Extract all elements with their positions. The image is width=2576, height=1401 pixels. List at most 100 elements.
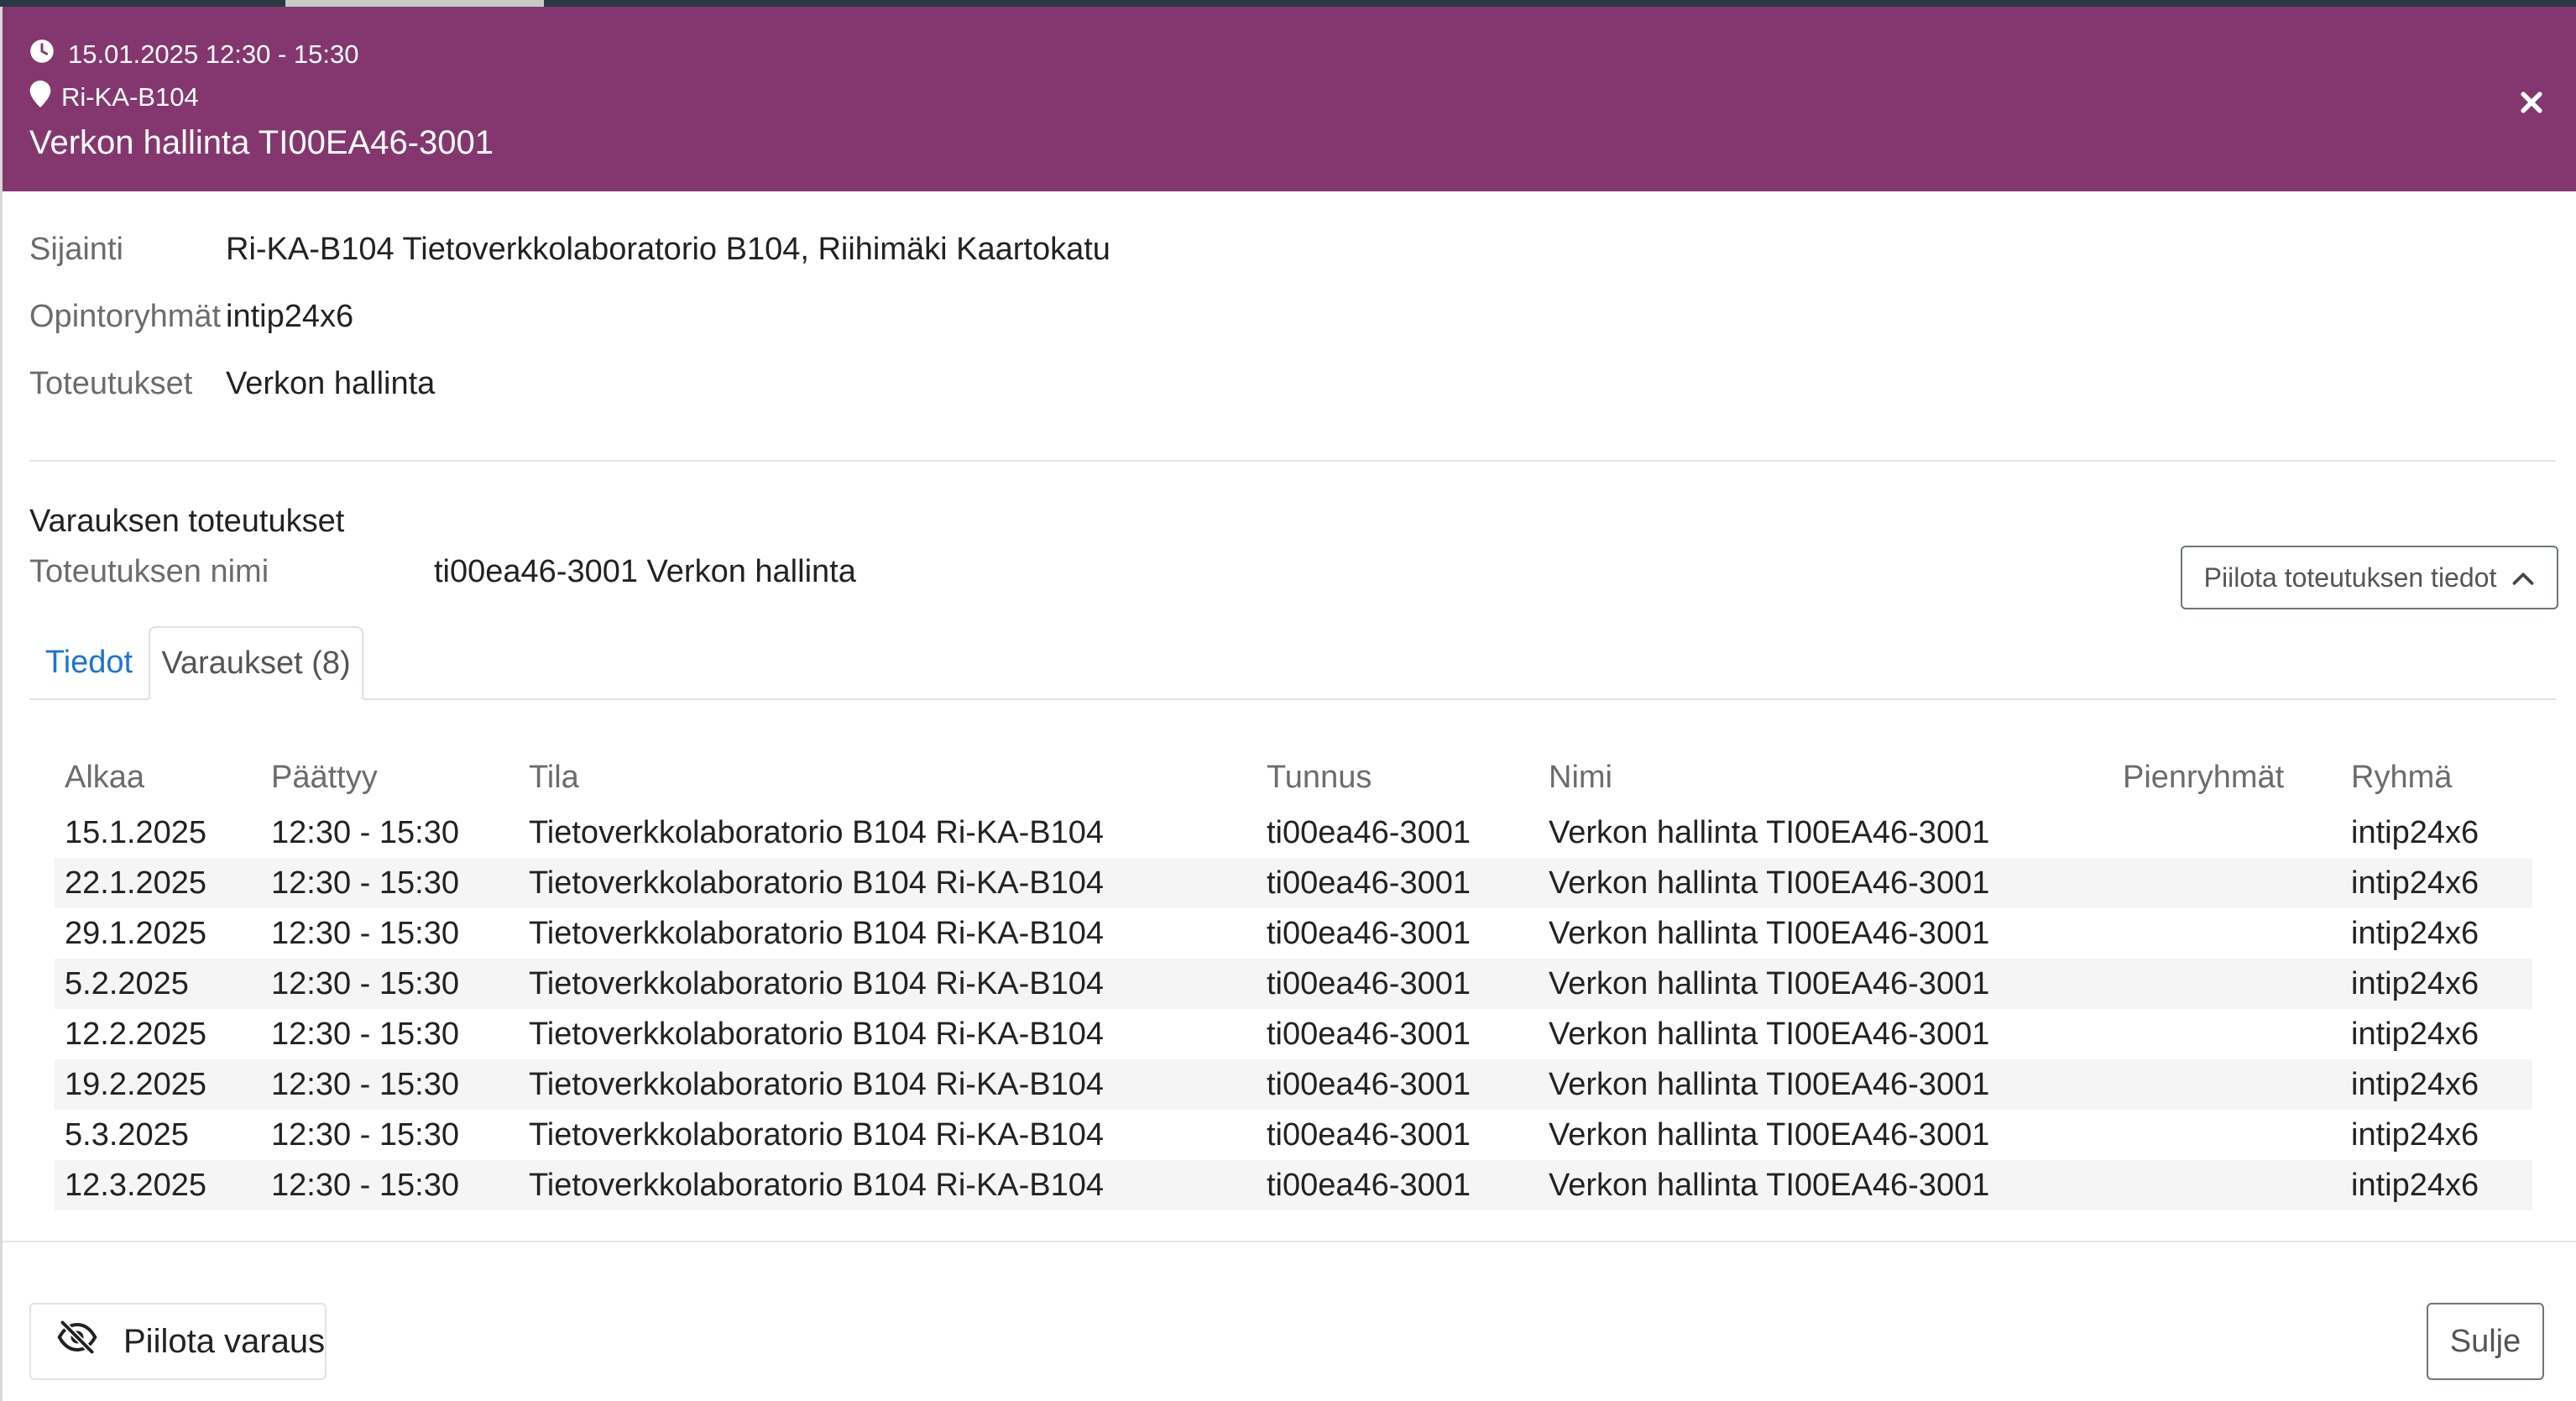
implementation-name-row: Toteutuksen nimi ti00ea46-3001 Verkon hal… xyxy=(29,554,856,590)
cell-name: Verkon hallinta TI00EA46-3001 xyxy=(1549,865,1990,901)
cell-time: 12:30 - 15:30 xyxy=(271,916,459,951)
map-pin-icon xyxy=(29,81,65,114)
table-row[interactable]: 5.2.2025 12:30 - 15:30 Tietoverkkolabora… xyxy=(55,959,2532,1009)
table-header: Alkaa Päättyy Tila Tunnus Nimi Pienryhmä… xyxy=(55,747,2532,808)
cell-group: intip24x6 xyxy=(2351,1017,2479,1052)
implementation-name-label: Toteutuksen nimi xyxy=(29,554,269,589)
cell-start: 29.1.2025 xyxy=(65,916,207,951)
cell-name: Verkon hallinta TI00EA46-3001 xyxy=(1549,1067,1990,1102)
cell-start: 5.2.2025 xyxy=(65,966,189,1001)
cell-room: Tietoverkkolaboratorio B104 Ri-KA-B104 xyxy=(529,1117,1105,1153)
groups-row: Opintoryhmät intip24x6 xyxy=(29,299,353,335)
cell-group: intip24x6 xyxy=(2351,1067,2479,1102)
cell-code: ti00ea46-3001 xyxy=(1267,815,1471,850)
cell-room: Tietoverkkolaboratorio B104 Ri-KA-B104 xyxy=(529,1168,1105,1203)
location-label: Sijainti xyxy=(29,232,123,267)
close-icon xyxy=(2520,91,2543,118)
cell-start: 15.1.2025 xyxy=(65,815,207,850)
cell-name: Verkon hallinta TI00EA46-3001 xyxy=(1549,916,1990,951)
cell-time: 12:30 - 15:30 xyxy=(271,966,459,1001)
cell-start: 5.3.2025 xyxy=(65,1117,189,1153)
dialog-title: Verkon hallinta TI00EA46-3001 xyxy=(29,124,494,161)
cell-group: intip24x6 xyxy=(2351,916,2479,951)
hide-implementation-details-button[interactable]: Piilota toteutuksen tiedot xyxy=(2181,546,2558,609)
cell-code: ti00ea46-3001 xyxy=(1267,916,1471,951)
cell-code: ti00ea46-3001 xyxy=(1267,966,1471,1001)
implementations-value: Verkon hallinta xyxy=(226,366,436,401)
table-row[interactable]: 5.3.2025 12:30 - 15:30 Tietoverkkolabora… xyxy=(55,1110,2532,1160)
groups-value: intip24x6 xyxy=(226,299,354,334)
dialog-header: 15.01.2025 12:30 - 15:30 Ri-KA-B104 Verk… xyxy=(3,7,2576,191)
detail-tabs: Tiedot Varaukset (8) xyxy=(29,626,2556,700)
header-location-text: Ri-KA-B104 xyxy=(61,82,199,112)
cell-start: 12.3.2025 xyxy=(65,1168,207,1203)
footer-divider xyxy=(3,1241,2576,1242)
cell-code: ti00ea46-3001 xyxy=(1267,1017,1471,1052)
clock-icon xyxy=(29,39,68,71)
groups-label: Opintoryhmät xyxy=(29,299,222,334)
cell-name: Verkon hallinta TI00EA46-3001 xyxy=(1549,966,1990,1001)
column-header-tunnus: Tunnus xyxy=(1267,760,1372,795)
column-header-tila: Tila xyxy=(529,760,579,795)
hide-implementation-details-label: Piilota toteutuksen tiedot xyxy=(2203,562,2497,593)
cell-name: Verkon hallinta TI00EA46-3001 xyxy=(1549,815,1990,850)
cell-name: Verkon hallinta TI00EA46-3001 xyxy=(1549,1117,1990,1153)
cell-room: Tietoverkkolaboratorio B104 Ri-KA-B104 xyxy=(529,1017,1105,1052)
chevron-up-icon xyxy=(2496,562,2535,593)
cell-room: Tietoverkkolaboratorio B104 Ri-KA-B104 xyxy=(529,966,1105,1001)
column-header-ryhma: Ryhmä xyxy=(2351,760,2453,795)
cell-group: intip24x6 xyxy=(2351,966,2479,1001)
close-button[interactable] xyxy=(2515,87,2548,121)
implementations-label: Toteutukset xyxy=(29,366,193,401)
cell-room: Tietoverkkolaboratorio B104 Ri-KA-B104 xyxy=(529,865,1105,901)
header-datetime: 15.01.2025 12:30 - 15:30 xyxy=(29,39,358,71)
cell-code: ti00ea46-3001 xyxy=(1267,1117,1471,1153)
background-app-strip xyxy=(0,0,2576,7)
cell-time: 12:30 - 15:30 xyxy=(271,1067,459,1102)
reservations-table: Alkaa Päättyy Tila Tunnus Nimi Pienryhmä… xyxy=(55,747,2532,1210)
eye-slash-icon xyxy=(31,1319,123,1362)
cell-code: ti00ea46-3001 xyxy=(1267,1067,1471,1102)
cell-group: intip24x6 xyxy=(2351,815,2479,850)
reservation-implementations-title: Varauksen toteutukset xyxy=(29,504,345,539)
cell-time: 12:30 - 15:30 xyxy=(271,1017,459,1052)
column-header-nimi: Nimi xyxy=(1549,760,1612,795)
table-row[interactable]: 15.1.2025 12:30 - 15:30 Tietoverkkolabor… xyxy=(55,808,2532,858)
table-row[interactable]: 29.1.2025 12:30 - 15:30 Tietoverkkolabor… xyxy=(55,908,2532,959)
implementation-name-value: ti00ea46-3001 Verkon hallinta xyxy=(434,554,856,589)
location-value: Ri-KA-B104 Tietoverkkolaboratorio B104, … xyxy=(226,232,1110,267)
tab-tiedot[interactable]: Tiedot xyxy=(29,626,149,698)
cell-group: intip24x6 xyxy=(2351,1168,2479,1203)
header-datetime-text: 15.01.2025 12:30 - 15:30 xyxy=(68,39,359,69)
hide-reservation-label: Piilota varaus xyxy=(123,1322,326,1360)
table-row[interactable]: 19.2.2025 12:30 - 15:30 Tietoverkkolabor… xyxy=(55,1059,2532,1110)
header-location: Ri-KA-B104 xyxy=(29,81,199,114)
cell-room: Tietoverkkolaboratorio B104 Ri-KA-B104 xyxy=(529,1067,1105,1102)
close-dialog-button[interactable]: Sulje xyxy=(2427,1303,2544,1380)
cell-room: Tietoverkkolaboratorio B104 Ri-KA-B104 xyxy=(529,916,1105,951)
cell-start: 22.1.2025 xyxy=(65,865,207,901)
cell-name: Verkon hallinta TI00EA46-3001 xyxy=(1549,1168,1990,1203)
cell-time: 12:30 - 15:30 xyxy=(271,1168,459,1203)
hide-reservation-button[interactable]: Piilota varaus xyxy=(29,1303,327,1380)
column-header-pienryhmat: Pienryhmät xyxy=(2123,760,2285,795)
background-tab xyxy=(285,0,544,7)
cell-code: ti00ea46-3001 xyxy=(1267,865,1471,901)
cell-code: ti00ea46-3001 xyxy=(1267,1168,1471,1203)
cell-name: Verkon hallinta TI00EA46-3001 xyxy=(1549,1017,1990,1052)
tab-varaukset[interactable]: Varaukset (8) xyxy=(149,626,363,700)
column-header-alkaa: Alkaa xyxy=(65,760,145,795)
table-row[interactable]: 12.2.2025 12:30 - 15:30 Tietoverkkolabor… xyxy=(55,1009,2532,1059)
cell-start: 12.2.2025 xyxy=(65,1017,207,1052)
location-row: Sijainti Ri-KA-B104 Tietoverkkolaboratori… xyxy=(29,232,1110,268)
cell-group: intip24x6 xyxy=(2351,865,2479,901)
reservation-dialog: 15.01.2025 12:30 - 15:30 Ri-KA-B104 Verk… xyxy=(0,7,2576,1401)
implementations-row: Toteutukset Verkon hallinta xyxy=(29,366,435,402)
cell-time: 12:30 - 15:30 xyxy=(271,1117,459,1153)
table-row[interactable]: 22.1.2025 12:30 - 15:30 Tietoverkkolabor… xyxy=(55,858,2532,908)
cell-group: intip24x6 xyxy=(2351,1117,2479,1153)
table-row[interactable]: 12.3.2025 12:30 - 15:30 Tietoverkkolabor… xyxy=(55,1160,2532,1210)
section-divider xyxy=(29,460,2556,462)
cell-start: 19.2.2025 xyxy=(65,1067,207,1102)
cell-room: Tietoverkkolaboratorio B104 Ri-KA-B104 xyxy=(529,815,1105,850)
